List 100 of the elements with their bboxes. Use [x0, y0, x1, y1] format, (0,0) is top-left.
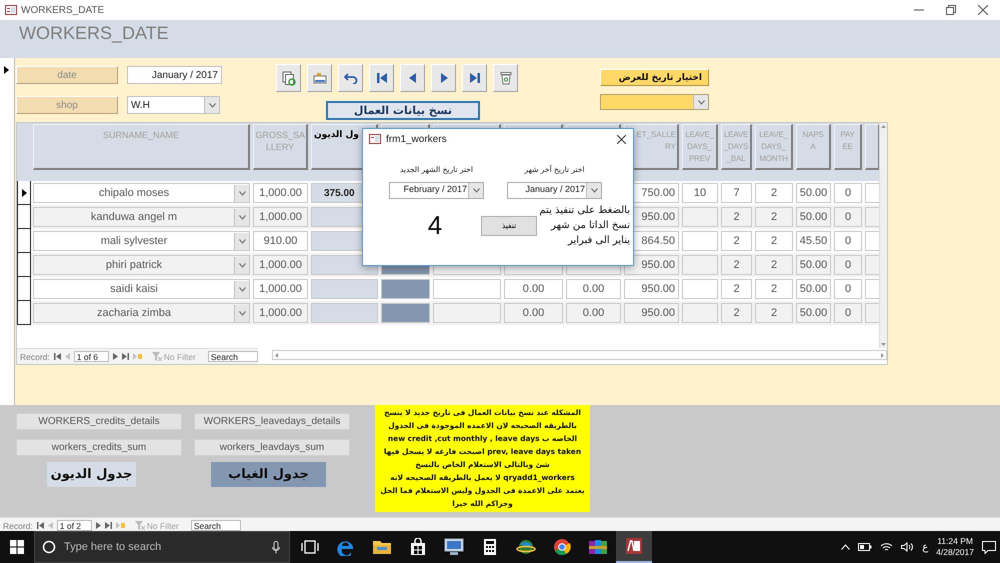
form-button[interactable]: workers_leavdays_sum	[194, 439, 350, 456]
notification-icon[interactable]	[982, 540, 996, 554]
taskbar-search-field[interactable]: Type here to search	[34, 531, 290, 563]
close-icon[interactable]	[978, 5, 988, 15]
restore-icon[interactable]	[946, 5, 956, 15]
toolbar-button[interactable]	[431, 64, 456, 92]
calculator-icon[interactable]	[483, 538, 497, 556]
table-label: جدول الديون	[47, 462, 136, 487]
toolbar-button[interactable]	[338, 64, 363, 92]
battery-icon[interactable]	[858, 543, 872, 551]
new-month-combo-box[interactable]: February / 2017	[389, 182, 484, 199]
column-header: SURNAME_NAME	[33, 124, 250, 170]
form-icon	[5, 5, 17, 15]
shopping-bag-icon[interactable]	[409, 538, 427, 556]
table-cell: 2	[721, 231, 752, 251]
name-combo-box[interactable]: saidi kaisi	[33, 279, 250, 299]
scroll-left-icon[interactable]	[274, 352, 278, 358]
copy-workers-button[interactable]: نسخ بيانات العمال	[326, 101, 480, 120]
form-title: WORKERS_DATE	[19, 23, 169, 43]
name-combo-box[interactable]: phiri patrick	[33, 255, 250, 275]
wifi-icon[interactable]	[880, 542, 894, 552]
name-combo-box[interactable]: mali sylvester	[33, 231, 250, 251]
last-record-icon	[468, 72, 480, 84]
toolbar-button[interactable]	[400, 64, 425, 92]
table-cell: 2	[755, 183, 793, 203]
last-month-combo-box[interactable]: January / 2017	[507, 182, 602, 199]
search-field[interactable]: Search	[208, 351, 258, 362]
windows-logo-icon[interactable]	[10, 540, 24, 554]
table-cell	[865, 279, 880, 299]
toolbar-button[interactable]	[462, 64, 487, 92]
books-icon[interactable]	[588, 538, 608, 556]
name-combo-box[interactable]: kanduwa angel m	[33, 207, 250, 227]
record-position-field[interactable]: 1 of 2	[56, 520, 92, 531]
search-icon	[42, 540, 56, 554]
table-cell: 0	[834, 207, 862, 227]
input-language[interactable]: ع	[922, 542, 928, 552]
task-view-icon[interactable]	[301, 540, 319, 554]
last-record-icon[interactable]	[122, 353, 129, 360]
horizontal-scrollbar[interactable]	[272, 350, 887, 360]
table-cell: 0	[834, 183, 862, 203]
table-cell: 2	[721, 207, 752, 227]
first-record-icon[interactable]	[36, 522, 44, 529]
chevron-up-icon[interactable]	[841, 544, 850, 550]
record-selector[interactable]	[17, 229, 31, 253]
toolbar-button[interactable]	[307, 64, 332, 92]
next-record-icon[interactable]	[112, 353, 118, 360]
date-field[interactable]: January / 2017	[127, 66, 222, 84]
shop-combo-box[interactable]: W.H	[127, 96, 220, 114]
record-selector[interactable]	[17, 181, 31, 205]
table-cell: 0.00	[566, 279, 621, 299]
table-cell: 7	[721, 183, 752, 203]
table-cell: 50.00	[796, 183, 831, 203]
first-record-icon[interactable]	[54, 353, 61, 360]
window-title: WORKERS_DATE	[21, 4, 106, 16]
folder-icon[interactable]	[372, 539, 392, 555]
toolbar-button[interactable]	[369, 64, 394, 92]
trash-icon	[500, 71, 512, 85]
name-combo-box[interactable]: zacharia zimba	[33, 303, 250, 323]
record-selector[interactable]	[17, 205, 31, 229]
record-selector[interactable]	[17, 277, 31, 301]
close-icon[interactable]	[617, 134, 626, 144]
table-cell: 50.00	[796, 207, 831, 227]
database-app-icon[interactable]	[625, 537, 643, 555]
filter-icon	[134, 521, 145, 530]
monitor-icon[interactable]	[444, 538, 464, 556]
toolbar-button[interactable]	[493, 64, 518, 92]
table-cell: 0	[834, 303, 862, 323]
globe-icon[interactable]	[516, 538, 536, 556]
toolbar-button[interactable]	[276, 64, 301, 92]
table-cell: 950.00	[624, 303, 679, 323]
form-button[interactable]: WORKERS_credits_details	[16, 413, 182, 430]
browser-icon[interactable]	[553, 538, 571, 556]
column-header: LEAVE _DAYS _BAL	[721, 124, 752, 170]
last-record-icon[interactable]	[104, 522, 112, 529]
table-cell: 0.00	[566, 303, 621, 323]
table-cell	[311, 303, 378, 323]
table-cell	[311, 279, 378, 299]
table-cell	[381, 303, 430, 323]
table-cell: 2	[755, 231, 793, 251]
table-cell	[381, 279, 430, 299]
table-cell	[865, 183, 880, 203]
next-record-icon[interactable]	[96, 522, 101, 529]
table-cell: 10	[682, 183, 718, 203]
table-cell: 45.50	[796, 231, 831, 251]
table-cell	[682, 279, 718, 299]
form-button[interactable]: WORKERS_leavedays_details	[194, 413, 350, 430]
scroll-right-icon[interactable]	[881, 352, 884, 358]
clock[interactable]: 11:24 PM 4/28/2017	[936, 536, 974, 558]
record-label: Record:	[3, 520, 33, 530]
form-button[interactable]: workers_credits_sum	[16, 439, 182, 456]
record-position-field[interactable]: 1 of 6	[74, 351, 109, 362]
record-selector[interactable]	[17, 253, 31, 277]
volume-icon[interactable]	[901, 542, 914, 552]
name-combo-box[interactable]: chipalo moses	[33, 183, 250, 203]
search-field[interactable]: Search	[190, 520, 241, 531]
display-date-label: اختيار تاريخ للعرض	[600, 69, 709, 86]
record-pointer-icon	[4, 66, 9, 74]
record-selector[interactable]	[17, 301, 31, 325]
microphone-icon[interactable]	[272, 541, 280, 554]
column-header: PAY EE	[834, 124, 862, 170]
